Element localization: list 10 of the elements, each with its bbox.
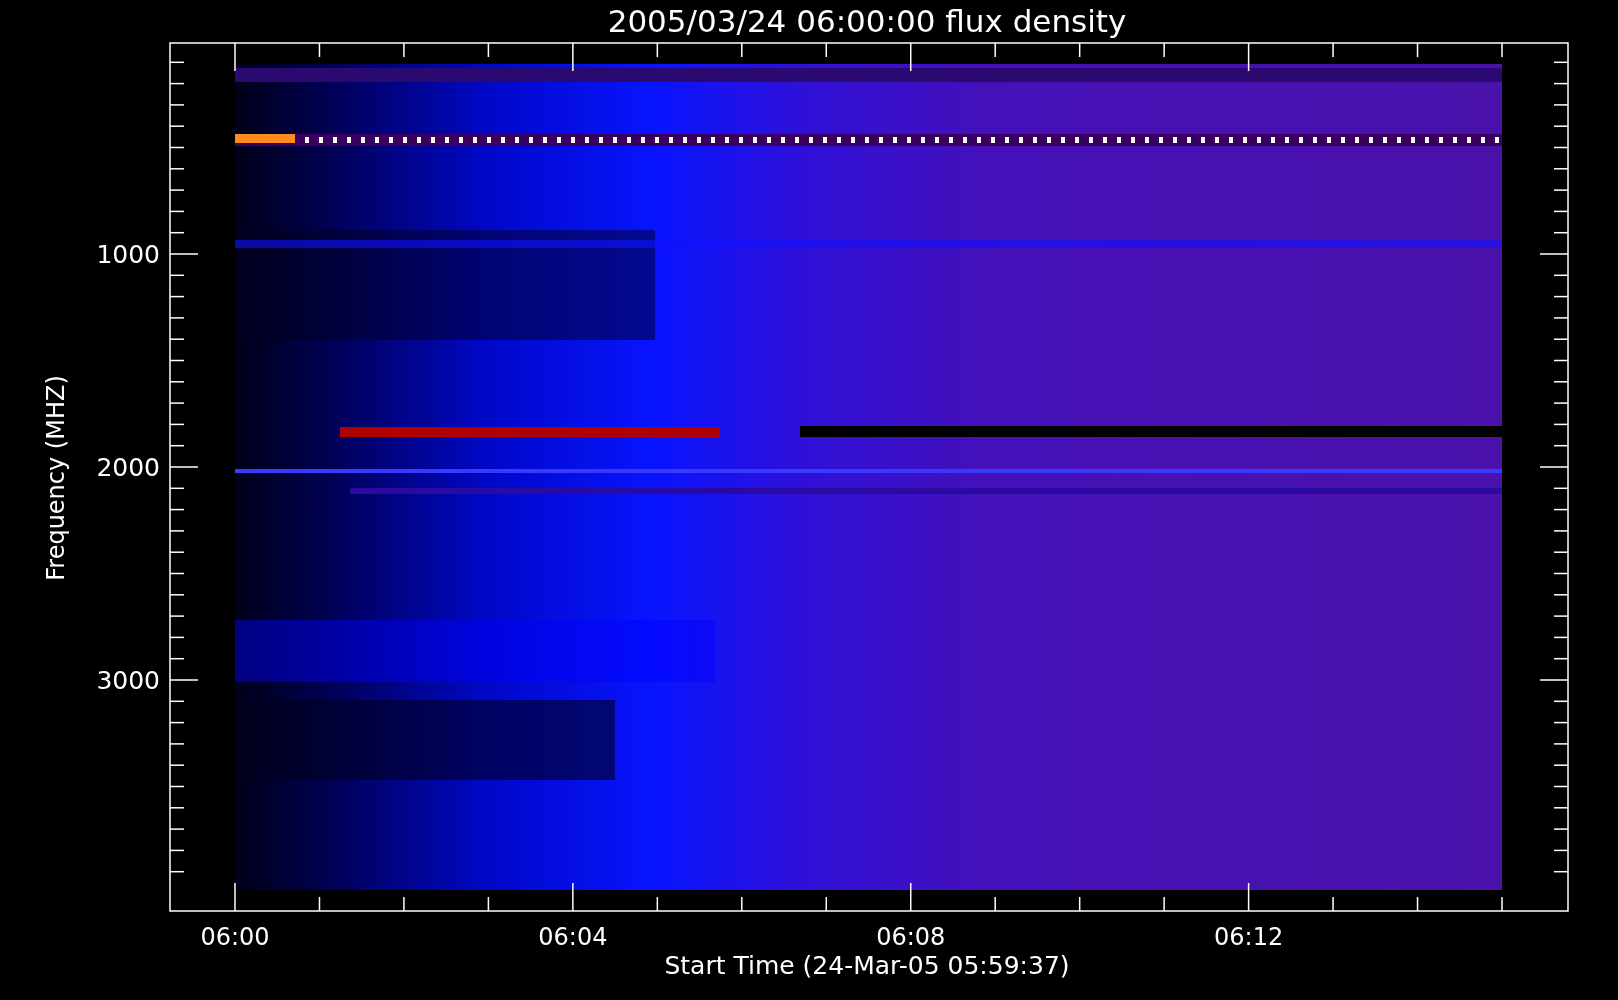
tick-label: 06:08	[876, 923, 946, 951]
tick-label: 3000	[96, 666, 160, 695]
tick-label: 1000	[96, 240, 160, 269]
tick-label: 06:04	[538, 923, 608, 951]
tick-label: 06:12	[1214, 923, 1284, 951]
y-axis-label: Frequency (MHZ)	[42, 375, 70, 581]
x-axis-label: Start Time (24-Mar-05 05:59:37)	[664, 951, 1070, 980]
tick-label: 06:00	[200, 923, 270, 951]
chart-title: 2005/03/24 06:00:00 flux density	[607, 3, 1127, 39]
tick-label: 2000	[96, 453, 160, 482]
